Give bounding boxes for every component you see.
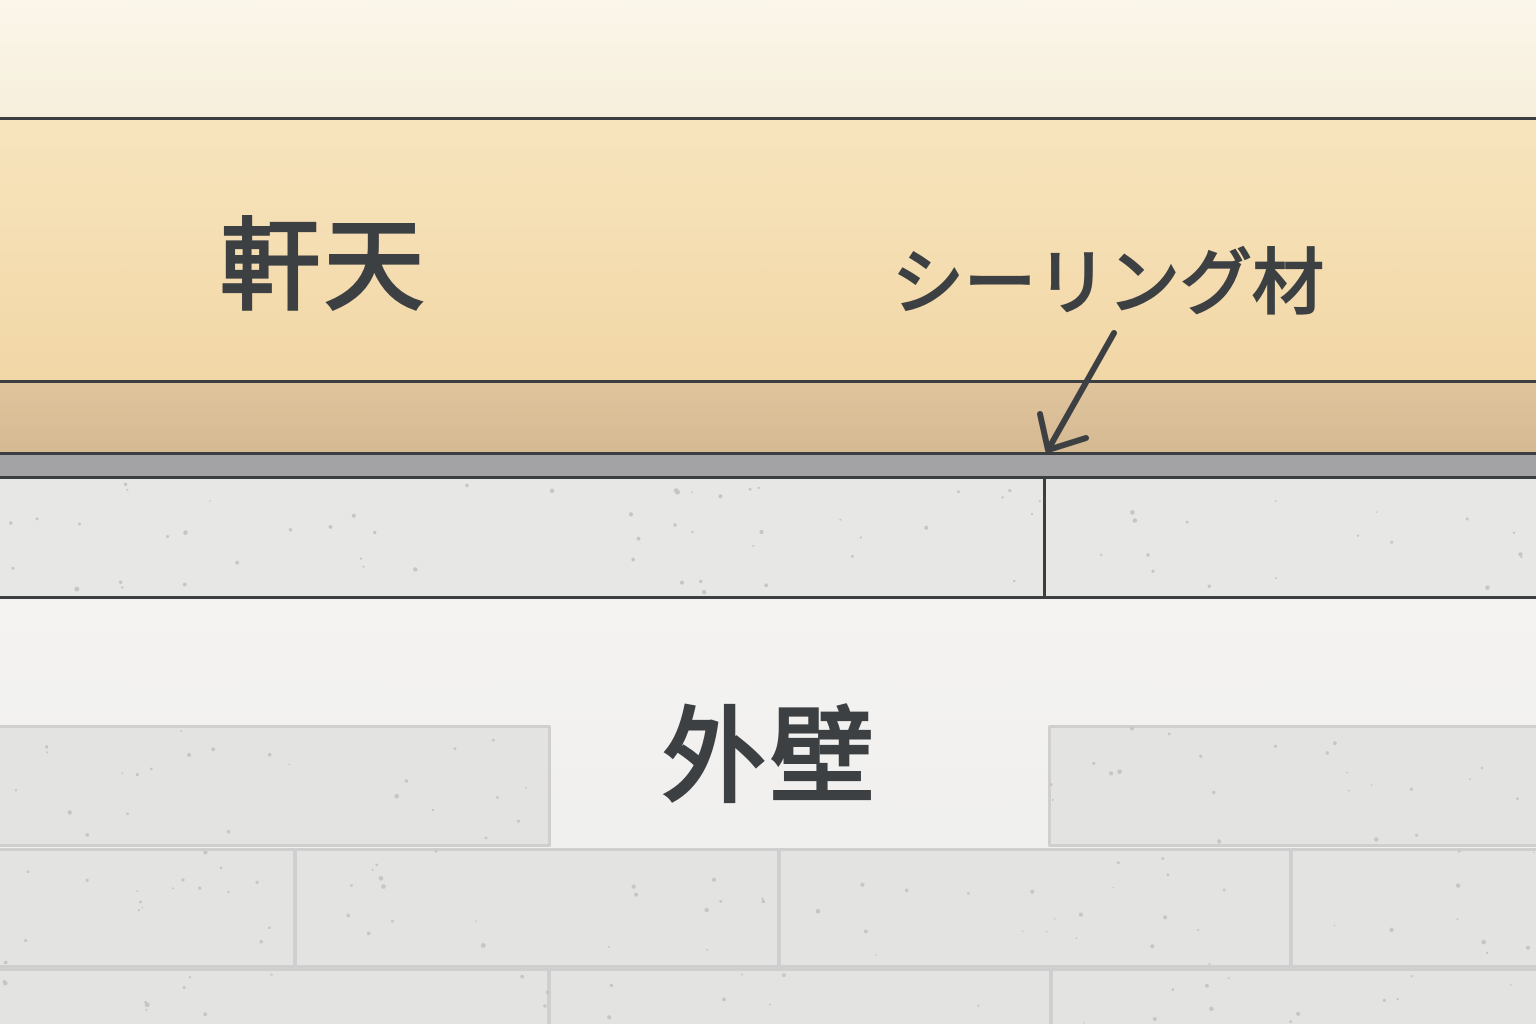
wall-brick: [1050, 968, 1536, 1024]
wall-brick: [0, 968, 550, 1024]
sealant-strip: [0, 452, 1536, 479]
wall-brick: [548, 968, 1052, 1024]
exterior-wall-label: 外壁: [662, 696, 879, 818]
wall-brick: [1048, 725, 1536, 847]
wall-brick: [1290, 848, 1536, 968]
eaves-diagram: 軒天 シーリング材 外壁: [0, 0, 1536, 1024]
wall-brick: [778, 848, 1292, 968]
sealant-label: シーリング材: [892, 241, 1325, 325]
wall-brick: [0, 848, 296, 968]
wall-board-joint: [1043, 479, 1046, 597]
soffit-label: 軒天: [220, 208, 428, 325]
soffit-edge-band: [0, 380, 1536, 454]
wall-brick: [294, 848, 780, 968]
wall-brick: [0, 725, 551, 847]
wall-top-board: [0, 479, 1536, 599]
background-top: [0, 0, 1536, 118]
